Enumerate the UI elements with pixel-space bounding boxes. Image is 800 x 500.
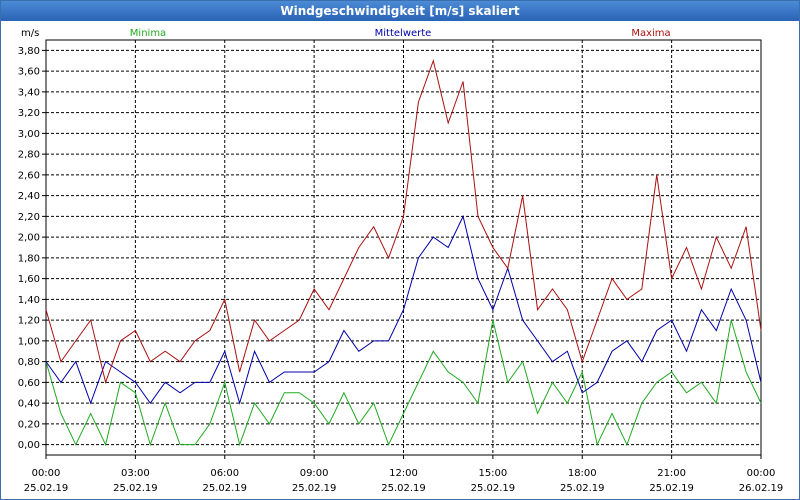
- y-tick-label: 1,40: [18, 295, 40, 306]
- y-tick-label: 3,20: [18, 108, 40, 119]
- x-tick-time: 00:00: [32, 468, 61, 479]
- y-tick-label: 3,40: [18, 87, 40, 98]
- legend-entry-mittelwerte: Mittelwerte: [375, 28, 432, 39]
- x-tick-date: 25.02.19: [649, 483, 694, 494]
- x-axis-ticks: 00:00 25.02.19 03:00 25.02.19 06:00 25.02.19 0…: [24, 455, 784, 494]
- y-tick-label: 1,20: [18, 316, 40, 327]
- y-tick-label: 0,80: [18, 357, 40, 368]
- y-tick-label: 1,00: [18, 336, 40, 347]
- y-tick-label: 1,60: [18, 274, 40, 285]
- x-tick-date: 25.02.19: [202, 483, 247, 494]
- x-tick-date: 25.02.19: [381, 483, 426, 494]
- x-tick-time: 06:00: [210, 468, 239, 479]
- y-tick-label: 1,80: [18, 253, 40, 264]
- y-tick-label: 0,00: [18, 440, 40, 451]
- x-tick-date: 25.02.19: [292, 483, 337, 494]
- y-tick-label: 2,80: [18, 150, 40, 161]
- x-tick-time: 21:00: [657, 468, 686, 479]
- x-tick-time: 00:00: [747, 468, 776, 479]
- y-tick-label: 0,20: [18, 419, 40, 430]
- x-tick-date: 25.02.19: [113, 483, 158, 494]
- legend: Minima Mittelwerte Maxima: [130, 28, 671, 39]
- x-tick-time: 15:00: [478, 468, 507, 479]
- y-tick-label: 3,00: [18, 129, 40, 140]
- legend-entry-minima: Minima: [130, 28, 166, 39]
- legend-entry-maxima: Maxima: [631, 28, 670, 39]
- x-tick-date: 26.02.19: [739, 483, 784, 494]
- y-tick-label: 2,00: [18, 233, 40, 244]
- y-tick-label: 2,40: [18, 191, 40, 202]
- y-tick-label: 2,20: [18, 212, 40, 223]
- y-tick-label: 2,60: [18, 170, 40, 181]
- y-tick-label: 3,60: [18, 67, 40, 78]
- y-tick-label: 3,80: [18, 46, 40, 57]
- x-tick-time: 12:00: [389, 468, 418, 479]
- x-tick-time: 03:00: [121, 468, 150, 479]
- grid: [46, 40, 761, 455]
- y-axis-ticks: 0,00 0,20 0,40 0,60 0,80 1,00 1,20 1,40 1,60 1,80…: [18, 46, 46, 451]
- x-tick-time: 09:00: [300, 468, 329, 479]
- chart-window: Windgeschwindigkeit [m/s] skaliert 0,00 0…: [0, 0, 800, 500]
- window-title: Windgeschwindigkeit [m/s] skaliert: [1, 1, 799, 21]
- x-tick-date: 25.02.19: [471, 483, 516, 494]
- x-tick-date: 25.02.19: [24, 483, 69, 494]
- y-tick-label: 0,40: [18, 399, 40, 410]
- x-tick-date: 25.02.19: [560, 483, 605, 494]
- y-tick-label: 0,60: [18, 378, 40, 389]
- wind-speed-chart: 0,00 0,20 0,40 0,60 0,80 1,00 1,20 1,40 1,60 1,80…: [18, 28, 784, 494]
- y-axis-label: m/s: [21, 28, 39, 39]
- x-tick-time: 18:00: [568, 468, 597, 479]
